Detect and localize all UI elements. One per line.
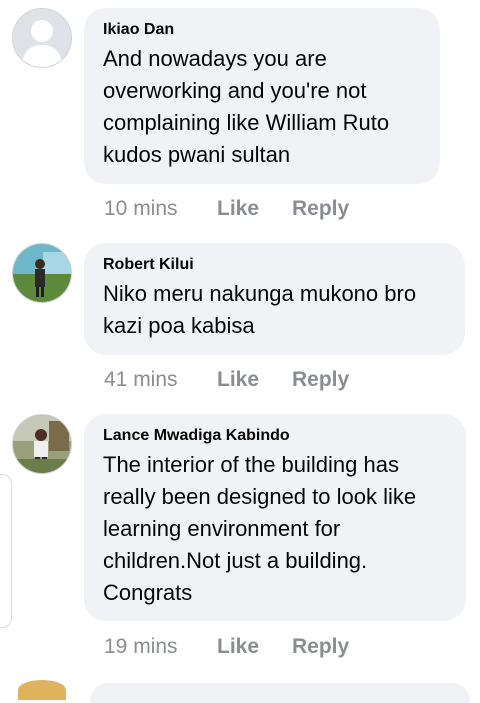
comment-author[interactable]: Lance Mwadiga Kabindo xyxy=(103,426,446,446)
comment-bubble: Robert Kilui Niko meru nakunga mukono br… xyxy=(84,243,465,355)
comment-text: Niko meru nakunga mukono bro kazi poa ka… xyxy=(103,281,417,338)
reply-button[interactable]: Reply xyxy=(292,368,349,392)
side-panel-edge xyxy=(0,474,12,628)
like-button[interactable]: Like xyxy=(217,635,292,659)
profile-avatar[interactable] xyxy=(12,243,72,303)
profile-avatar[interactable] xyxy=(12,414,72,474)
reply-button[interactable]: Reply xyxy=(292,197,349,221)
profile-photo-icon xyxy=(13,415,71,473)
comment-actions: 10 mins Like Reply xyxy=(104,197,349,221)
person-silhouette-icon xyxy=(13,9,71,67)
next-comment-avatar[interactable] xyxy=(18,680,66,700)
comment-author[interactable]: Ikiao Dan xyxy=(103,20,420,40)
comment-author[interactable]: Robert Kilui xyxy=(103,255,445,275)
comment-bubble: Lance Mwadiga Kabindo The interior of th… xyxy=(84,414,466,621)
comment-timestamp[interactable]: 19 mins xyxy=(104,635,217,659)
default-avatar-icon[interactable] xyxy=(12,8,72,68)
comment-timestamp[interactable]: 41 mins xyxy=(104,368,217,392)
comment-actions: 41 mins Like Reply xyxy=(104,368,349,392)
profile-photo-icon xyxy=(13,244,71,302)
comment-actions: 19 mins Like Reply xyxy=(104,635,349,659)
next-comment-bubble xyxy=(90,683,470,703)
reply-button[interactable]: Reply xyxy=(292,635,349,659)
comment-text: And nowadays you are overworking and you… xyxy=(103,46,390,167)
comment-bubble: Ikiao Dan And nowadays you are overworki… xyxy=(84,8,440,184)
like-button[interactable]: Like xyxy=(217,197,292,221)
comment-text: The interior of the building has really … xyxy=(103,452,417,605)
like-button[interactable]: Like xyxy=(217,368,292,392)
comment-timestamp[interactable]: 10 mins xyxy=(104,197,217,221)
